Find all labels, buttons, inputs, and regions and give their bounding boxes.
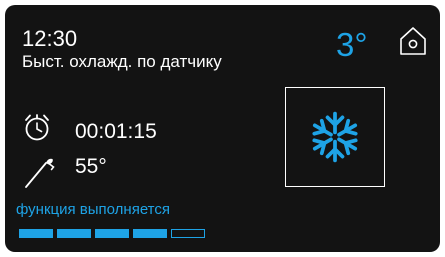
probe-temperature[interactable]: 55°	[75, 155, 107, 179]
progress-bar	[19, 229, 205, 238]
probe-icon	[25, 158, 55, 188]
snowflake-icon	[312, 111, 358, 163]
probe-button[interactable]	[23, 154, 57, 190]
function-button[interactable]	[285, 87, 385, 187]
progress-segment	[133, 229, 167, 238]
stopwatch-icon	[25, 114, 49, 141]
clock-time: 12:30	[22, 26, 78, 51]
progress-segment	[19, 229, 53, 238]
progress-segment	[95, 229, 129, 238]
home-icon	[400, 27, 426, 55]
mode-title: Быст. охлажд. по датчику	[22, 52, 222, 71]
status-text: функция выполняется	[16, 201, 170, 218]
progress-segment	[171, 229, 205, 238]
oven-display: 12:30 Быст. охлажд. по датчику 3° 00:01:…	[5, 5, 440, 252]
home-button[interactable]	[398, 25, 428, 57]
timer-button[interactable]	[23, 112, 51, 142]
target-temperature[interactable]: 3°	[336, 27, 368, 63]
timer-value[interactable]: 00:01:15	[75, 120, 157, 144]
progress-segment	[57, 229, 91, 238]
